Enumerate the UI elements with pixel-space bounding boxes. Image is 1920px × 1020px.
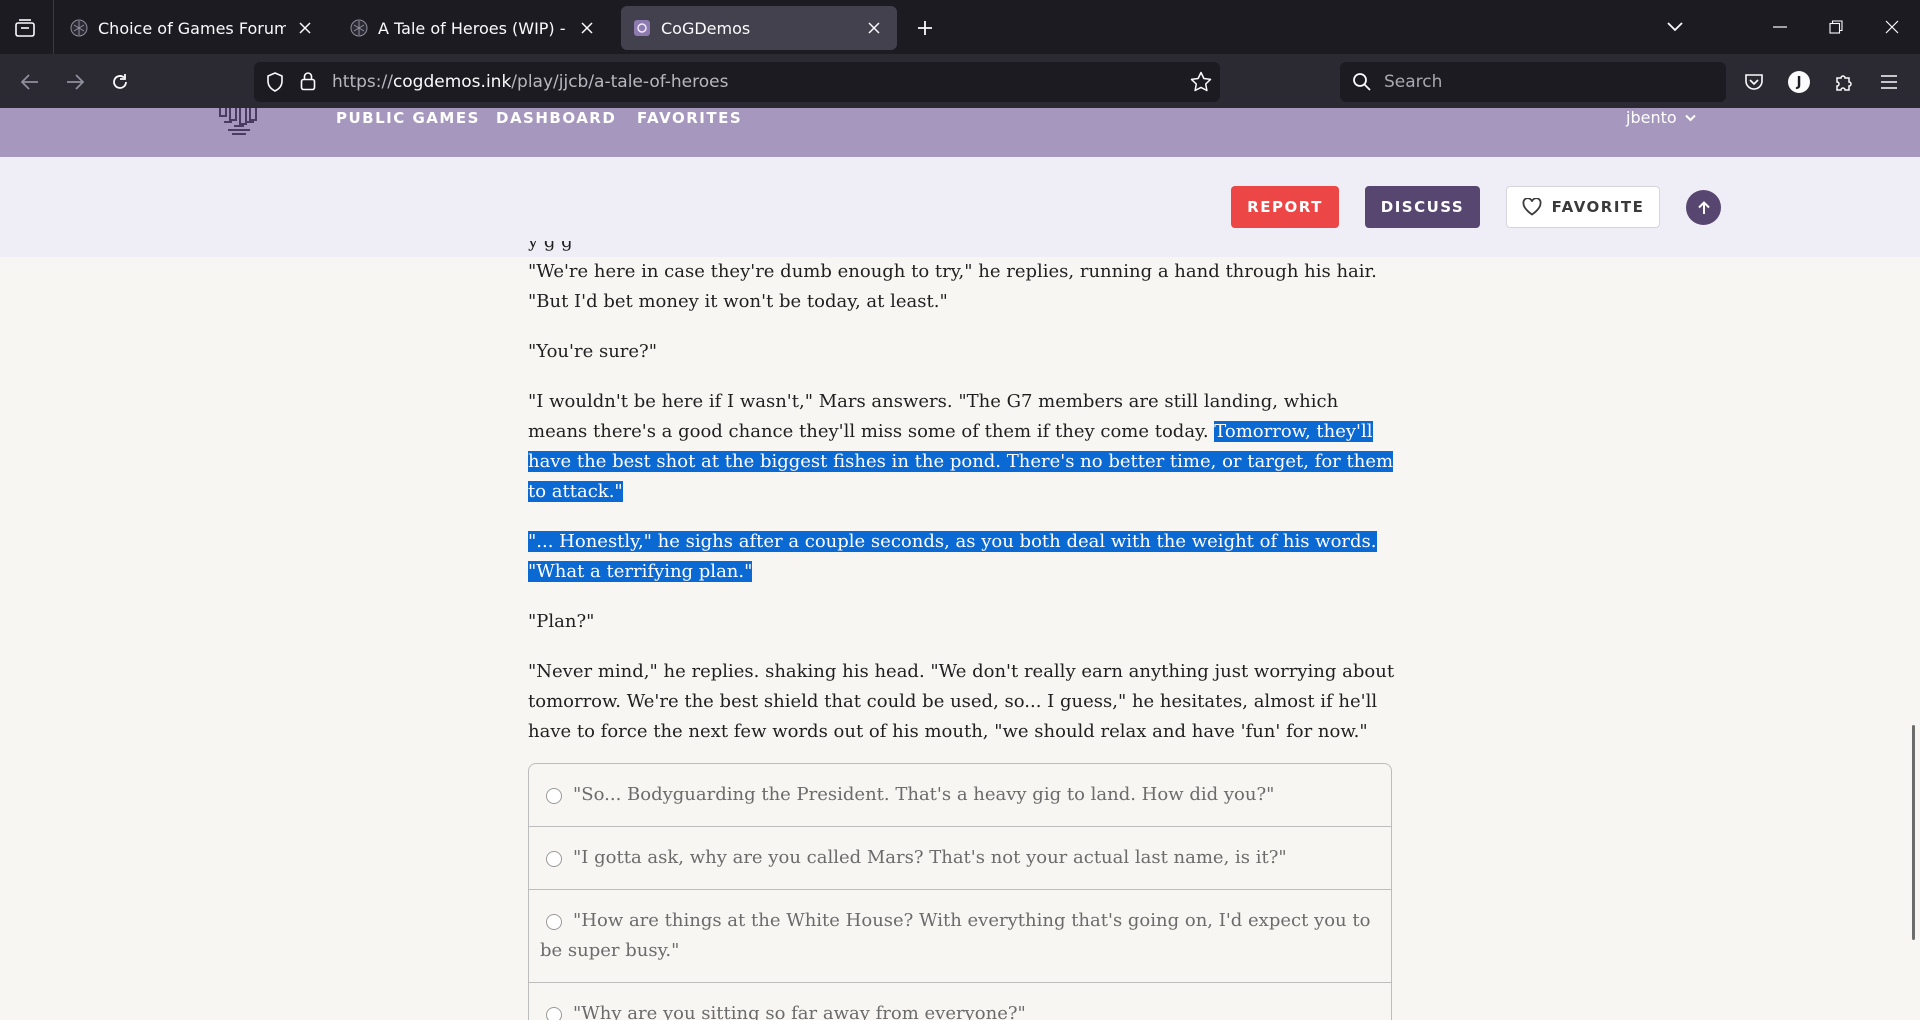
extensions-puzzle-icon[interactable] (1828, 66, 1860, 98)
bookmark-star-icon[interactable] (1190, 71, 1212, 97)
tab-title: A Tale of Heroes (WIP) - 224k w (378, 18, 568, 38)
page-scrollbar[interactable] (1912, 725, 1915, 940)
scroll-to-top-button[interactable] (1686, 190, 1721, 225)
browser-tab-strip: Choice of Games Forum A Tale of Heroes (… (0, 0, 1920, 54)
story-paragraph: "I wouldn't be here if I wasn't," Mars a… (528, 391, 1394, 502)
story-paragraph: "... Honestly," he sighs after a couple … (528, 527, 1396, 587)
search-placeholder: Search (1384, 72, 1443, 92)
nav-public-games[interactable]: PUBLIC GAMES (336, 108, 480, 128)
chevron-down-icon (1684, 114, 1696, 122)
site-header: PUBLIC GAMES DASHBOARD FAVORITES jbento (0, 108, 1920, 157)
choice-option[interactable]: "How are things at the White House? With… (529, 890, 1391, 983)
choice-label: "I gotta ask, why are you called Mars? T… (573, 847, 1287, 868)
favorite-button[interactable]: FAVORITE (1506, 186, 1660, 228)
cogdemos-logo-icon[interactable] (218, 108, 260, 138)
lock-icon[interactable] (300, 71, 316, 95)
username: jbento (1626, 108, 1677, 127)
choice-label: "Why are you sitting so far away from ev… (573, 1003, 1026, 1020)
nav-favorites[interactable]: FAVORITES (637, 108, 742, 128)
story-paragraph: "Never mind," he replies. shaking his he… (528, 661, 1395, 742)
minimize-icon[interactable] (1760, 10, 1800, 44)
discuss-button[interactable]: DISCUSS (1365, 186, 1480, 228)
story-paragraph: "We're here in case they're dumb enough … (528, 261, 1377, 312)
favorite-label: FAVORITE (1551, 198, 1645, 216)
url-text[interactable]: https://cogdemos.ink/play/jjcb/a-tale-of… (332, 62, 728, 102)
selected-text: "... Honestly," he sighs after a couple … (528, 531, 1377, 582)
choice-option[interactable]: "So... Bodyguarding the President. That'… (529, 764, 1391, 827)
search-icon (1352, 72, 1372, 96)
address-bar[interactable]: https://cogdemos.ink/play/jjcb/a-tale-of… (254, 62, 1220, 102)
arrow-up-icon (1697, 200, 1710, 214)
tab-strip-divider (53, 0, 54, 54)
new-tab-icon[interactable] (910, 13, 940, 43)
tab-cogdemos[interactable]: CoGDemos (621, 6, 897, 50)
choice-label: "How are things at the White House? With… (540, 910, 1371, 961)
story-paragraph: "Plan?" (528, 611, 595, 632)
radio-button[interactable] (546, 1007, 562, 1020)
tab-choice-of-games-forum[interactable]: Choice of Games Forum (58, 6, 328, 50)
choice-option[interactable]: "I gotta ask, why are you called Mars? T… (529, 827, 1391, 890)
tab-close-icon[interactable] (576, 17, 598, 39)
cogdemos-favicon-icon (634, 20, 650, 36)
account-avatar[interactable]: J (1783, 66, 1815, 98)
forum-favicon-icon (350, 19, 368, 37)
account-initial: J (1788, 71, 1810, 93)
radio-button[interactable] (546, 788, 562, 804)
choice-list: "So... Bodyguarding the President. That'… (528, 763, 1392, 1020)
tab-close-icon[interactable] (294, 17, 316, 39)
story-paragraph: "You're sure?" (528, 341, 657, 362)
forum-favicon-icon (70, 19, 88, 37)
back-arrow-icon[interactable] (14, 66, 46, 98)
radio-button[interactable] (546, 851, 562, 867)
tracking-shield-icon[interactable] (266, 72, 284, 96)
search-bar[interactable]: Search (1340, 62, 1726, 102)
tab-title: Choice of Games Forum (98, 18, 286, 38)
app-menu-hamburger-icon[interactable] (1873, 66, 1905, 98)
restore-icon[interactable] (1816, 10, 1856, 44)
tab-list-icon[interactable] (10, 13, 40, 43)
user-menu[interactable]: jbento (1626, 108, 1696, 128)
list-all-tabs-chevron-icon[interactable] (1655, 10, 1695, 44)
window-close-icon[interactable] (1872, 10, 1912, 44)
report-button[interactable]: REPORT (1231, 186, 1339, 228)
game-action-bar: REPORT DISCUSS FAVORITE (0, 157, 1920, 257)
choice-label: "So... Bodyguarding the President. That'… (573, 784, 1275, 805)
heart-icon (1522, 198, 1542, 216)
tab-a-tale-of-heroes[interactable]: A Tale of Heroes (WIP) - 224k w (338, 6, 610, 50)
radio-button[interactable] (546, 914, 562, 930)
pocket-icon[interactable] (1738, 66, 1770, 98)
choice-option[interactable]: "Why are you sitting so far away from ev… (529, 983, 1391, 1020)
reload-icon[interactable] (104, 66, 136, 98)
story-cut-off-line: y g g (528, 241, 573, 252)
story-text: y g g "We're here in case they're dumb e… (528, 241, 1396, 767)
forward-arrow-icon[interactable] (59, 66, 91, 98)
tab-close-icon[interactable] (863, 17, 885, 39)
browser-nav-bar: https://cogdemos.ink/play/jjcb/a-tale-of… (0, 54, 1920, 108)
nav-dashboard[interactable]: DASHBOARD (496, 108, 616, 128)
tab-title: CoGDemos (661, 18, 751, 38)
